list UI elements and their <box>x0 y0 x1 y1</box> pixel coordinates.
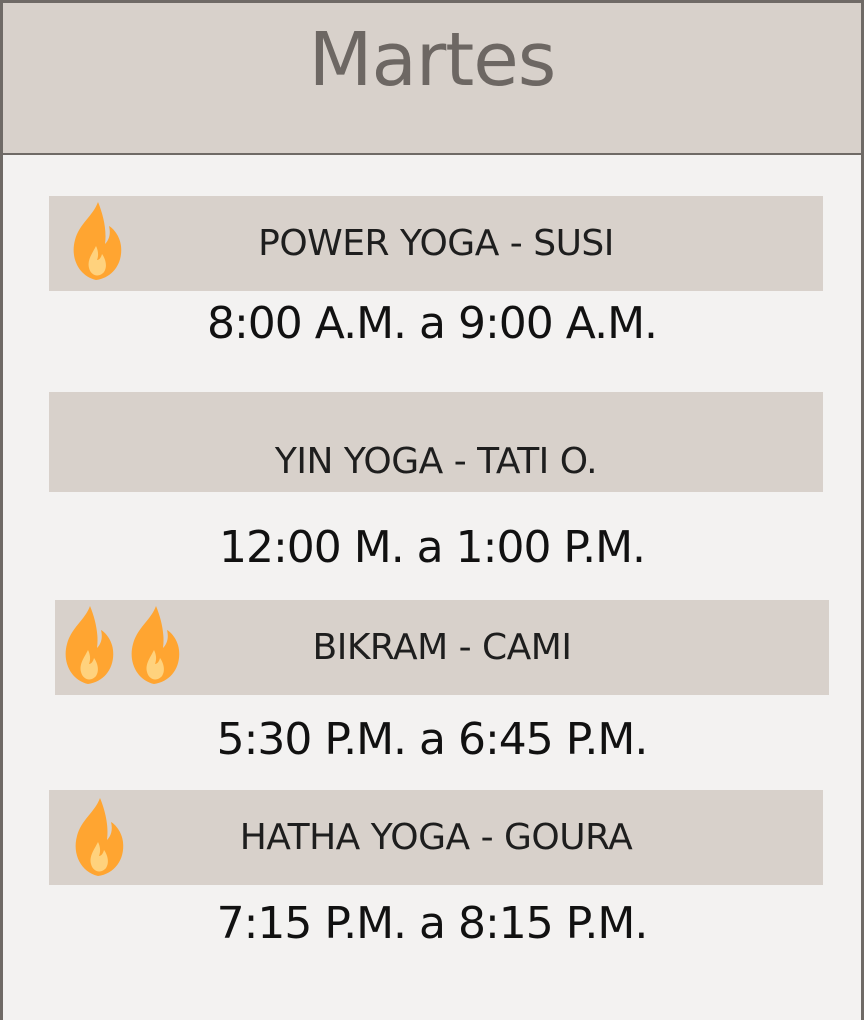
class-name: YIN YOGA - TATI O. <box>274 440 598 482</box>
class-band-yin-yoga: YIN YOGA - TATI O. <box>49 392 823 492</box>
class-band-hatha-yoga: HATHA YOGA - GOURA <box>49 790 823 885</box>
class-band-bikram: BIKRAM - CAMI <box>55 600 829 695</box>
day-title: Martes <box>308 17 557 103</box>
class-time: 7:15 P.M. a 8:15 P.M. <box>216 898 649 949</box>
class-time: 12:00 M. a 1:00 P.M. <box>218 522 646 573</box>
day-header: Martes <box>3 0 861 155</box>
schedule-card: Martes POWER YOGA - SUSI 8:00 A.M. a 9:0… <box>0 0 864 1020</box>
class-band-power-yoga: POWER YOGA - SUSI <box>49 196 823 291</box>
class-name: BIKRAM - CAMI <box>312 627 572 668</box>
class-time: 5:30 P.M. a 6:45 P.M. <box>216 714 649 765</box>
class-name: HATHA YOGA - GOURA <box>239 817 633 858</box>
class-name: POWER YOGA - SUSI <box>258 223 614 264</box>
class-time: 8:00 A.M. a 9:00 A.M. <box>206 298 658 349</box>
